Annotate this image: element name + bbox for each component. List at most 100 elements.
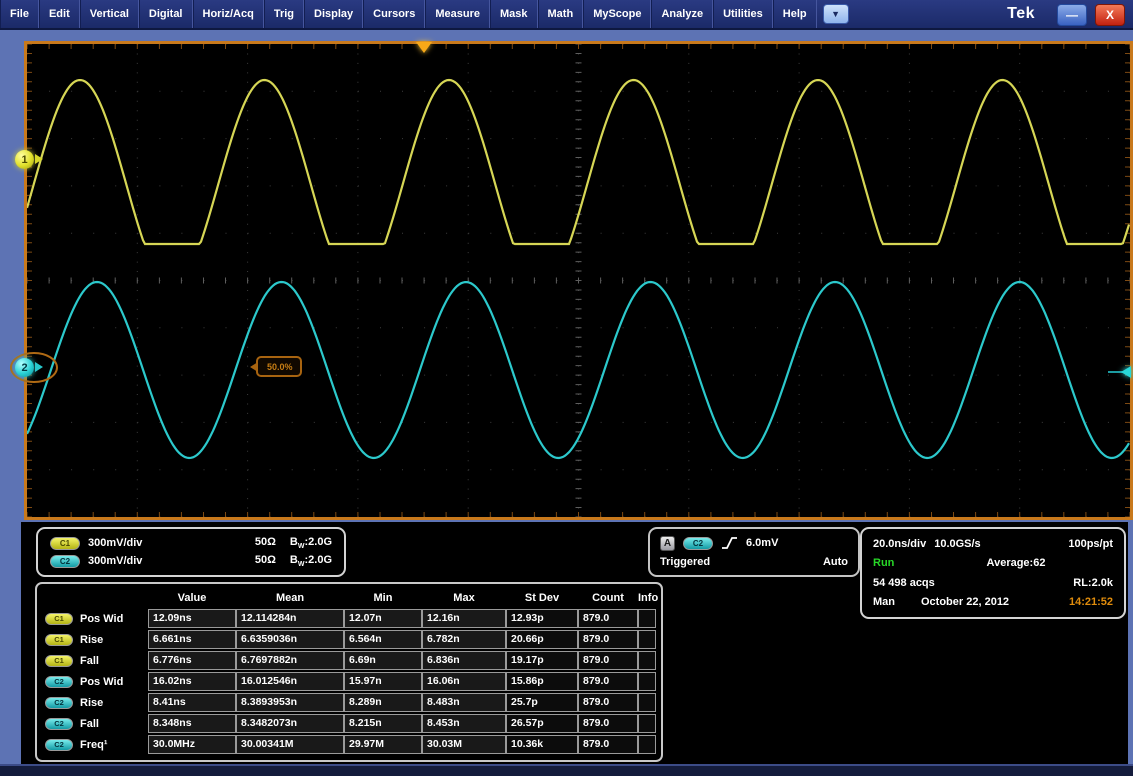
menu-item[interactable]: Vertical: [80, 0, 139, 28]
cell-stdev: 12.93p: [506, 609, 578, 628]
readout-panel: C1 300mV/div 50Ω BW:2.0G C2 300mV/div 50…: [21, 522, 1128, 764]
menu-item[interactable]: Horiz/Acq: [193, 0, 264, 28]
run-status: Run: [873, 557, 919, 569]
cell-count: 879.0: [578, 693, 638, 712]
cell-min: 6.69n: [344, 651, 422, 670]
ch1-settings-row[interactable]: C1 300mV/div 50Ω BW:2.0G: [50, 536, 332, 550]
measurement-name: Rise: [80, 697, 103, 709]
trigger-position-marker[interactable]: [416, 42, 432, 53]
menu-item[interactable]: Cursors: [363, 0, 425, 28]
table-row: C1 Pos Wid 12.09ns 12.114284n 12.07n 12.…: [42, 608, 656, 629]
cell-mean: 30.00341M: [236, 735, 344, 754]
trigger-readout-box[interactable]: A C2 6.0mV Triggered Auto: [648, 527, 860, 577]
measurement-name: Fall: [80, 718, 99, 730]
measurement-source-badge: C2: [45, 697, 73, 709]
table-row: C2 Rise 8.41ns 8.3893953n 8.289n 8.483n …: [42, 692, 656, 713]
sample-rate: 10.0GS/s: [934, 538, 980, 550]
cell-max: 6.782n: [422, 630, 506, 649]
horizontal-readout-box[interactable]: 20.0ns/div 10.0GS/s 100ps/pt Run Average…: [860, 527, 1126, 619]
menu-bar: File Edit Vertical Digital Horiz/Acq Tri…: [0, 0, 1133, 30]
menu-item[interactable]: Mask: [490, 0, 538, 28]
ch1-marker-arrow-icon: [35, 154, 43, 164]
cell-mean: 8.3893953n: [236, 693, 344, 712]
cell-max: 16.06n: [422, 672, 506, 691]
clock-mode: Man: [873, 596, 895, 608]
trigger-source-row: A C2 6.0mV: [660, 536, 848, 551]
cell-info: [638, 609, 656, 628]
time-display: 14:21:52: [1069, 596, 1113, 608]
measurement-source-badge: C1: [45, 655, 73, 667]
cell-info: [638, 651, 656, 670]
cell-info: [638, 672, 656, 691]
ch1-bandwidth: BW:2.0G: [290, 536, 332, 550]
menu-item[interactable]: MyScope: [583, 0, 651, 28]
ch1-badge[interactable]: C1: [50, 537, 80, 550]
col-header-info: Info: [638, 592, 658, 604]
measurement-rows: C1 Pos Wid 12.09ns 12.114284n 12.07n 12.…: [42, 608, 656, 755]
menu-item[interactable]: Utilities: [713, 0, 773, 28]
measurement-name: Pos Wid: [80, 613, 123, 625]
menu-overflow-button[interactable]: ▼: [823, 4, 849, 24]
col-header-count: Count: [578, 592, 638, 604]
trigger-source-badge[interactable]: C2: [683, 537, 713, 550]
col-header-min: Min: [344, 592, 422, 604]
sample-resolution: 100ps/pt: [1068, 538, 1113, 550]
ch2-position-marker[interactable]: 2: [15, 358, 34, 377]
record-length: RL:2.0k: [1073, 577, 1113, 589]
timebase-scale: 20.0ns/div: [873, 538, 926, 550]
channel-settings-box[interactable]: C1 300mV/div 50Ω BW:2.0G C2 300mV/div 50…: [36, 527, 346, 577]
trigger-level-marker[interactable]: [1121, 366, 1131, 378]
cell-mean: 16.012546n: [236, 672, 344, 691]
cell-stdev: 15.86p: [506, 672, 578, 691]
cell-min: 15.97n: [344, 672, 422, 691]
measurement-name: Fall: [80, 655, 99, 667]
table-row: C2 Pos Wid 16.02ns 16.012546n 15.97n 16.…: [42, 671, 656, 692]
minimize-button[interactable]: —: [1057, 4, 1087, 26]
cell-info: [638, 714, 656, 733]
waveform-display: 1 2 50.0%: [24, 41, 1133, 520]
average-count: Average:62: [919, 557, 1113, 569]
cell-max: 6.836n: [422, 651, 506, 670]
tek-logo: Tek: [1007, 0, 1035, 28]
cell-info: [638, 735, 656, 754]
menu-item[interactable]: Measure: [425, 0, 490, 28]
measurement-name: Pos Wid: [80, 676, 123, 688]
ch2-bandwidth: BW:2.0G: [290, 554, 332, 568]
menu-item[interactable]: Analyze: [651, 0, 713, 28]
menu-item[interactable]: Edit: [39, 0, 80, 28]
cell-count: 879.0: [578, 714, 638, 733]
reference-level-tag[interactable]: 50.0%: [256, 356, 302, 377]
table-row: C2 Freq¹ 30.0MHz 30.00341M 29.97M 30.03M…: [42, 734, 656, 755]
ch1-scale: 300mV/div: [88, 537, 176, 549]
ch1-position-marker[interactable]: 1: [15, 150, 34, 169]
close-button[interactable]: X: [1095, 4, 1125, 26]
bottom-window-strip: [0, 764, 1133, 776]
trigger-mode[interactable]: Auto: [823, 556, 848, 568]
cell-stdev: 25.7p: [506, 693, 578, 712]
measurement-source-badge: C1: [45, 634, 73, 646]
menu-item[interactable]: File: [0, 0, 39, 28]
ch2-badge[interactable]: C2: [50, 555, 80, 568]
cell-count: 879.0: [578, 672, 638, 691]
cell-value: 6.776ns: [148, 651, 236, 670]
menu-item[interactable]: Display: [304, 0, 363, 28]
ch2-settings-row[interactable]: C2 300mV/div 50Ω BW:2.0G: [50, 554, 332, 568]
cell-stdev: 20.66p: [506, 630, 578, 649]
table-row: C2 Fall 8.348ns 8.3482073n 8.215n 8.453n…: [42, 713, 656, 734]
cell-mean: 8.3482073n: [236, 714, 344, 733]
cell-value: 8.348ns: [148, 714, 236, 733]
menu-item[interactable]: Help: [773, 0, 817, 28]
cell-stdev: 19.17p: [506, 651, 578, 670]
trigger-level-value: 6.0mV: [746, 537, 778, 549]
cell-value: 16.02ns: [148, 672, 236, 691]
cell-max: 8.453n: [422, 714, 506, 733]
cell-min: 8.289n: [344, 693, 422, 712]
measurement-source-badge: C2: [45, 676, 73, 688]
menu-item[interactable]: Digital: [139, 0, 193, 28]
cell-value: 12.09ns: [148, 609, 236, 628]
col-header-max: Max: [422, 592, 506, 604]
menu-item[interactable]: Trig: [264, 0, 304, 28]
cell-value: 6.661ns: [148, 630, 236, 649]
table-row: C1 Fall 6.776ns 6.7697882n 6.69n 6.836n …: [42, 650, 656, 671]
menu-item[interactable]: Math: [538, 0, 584, 28]
